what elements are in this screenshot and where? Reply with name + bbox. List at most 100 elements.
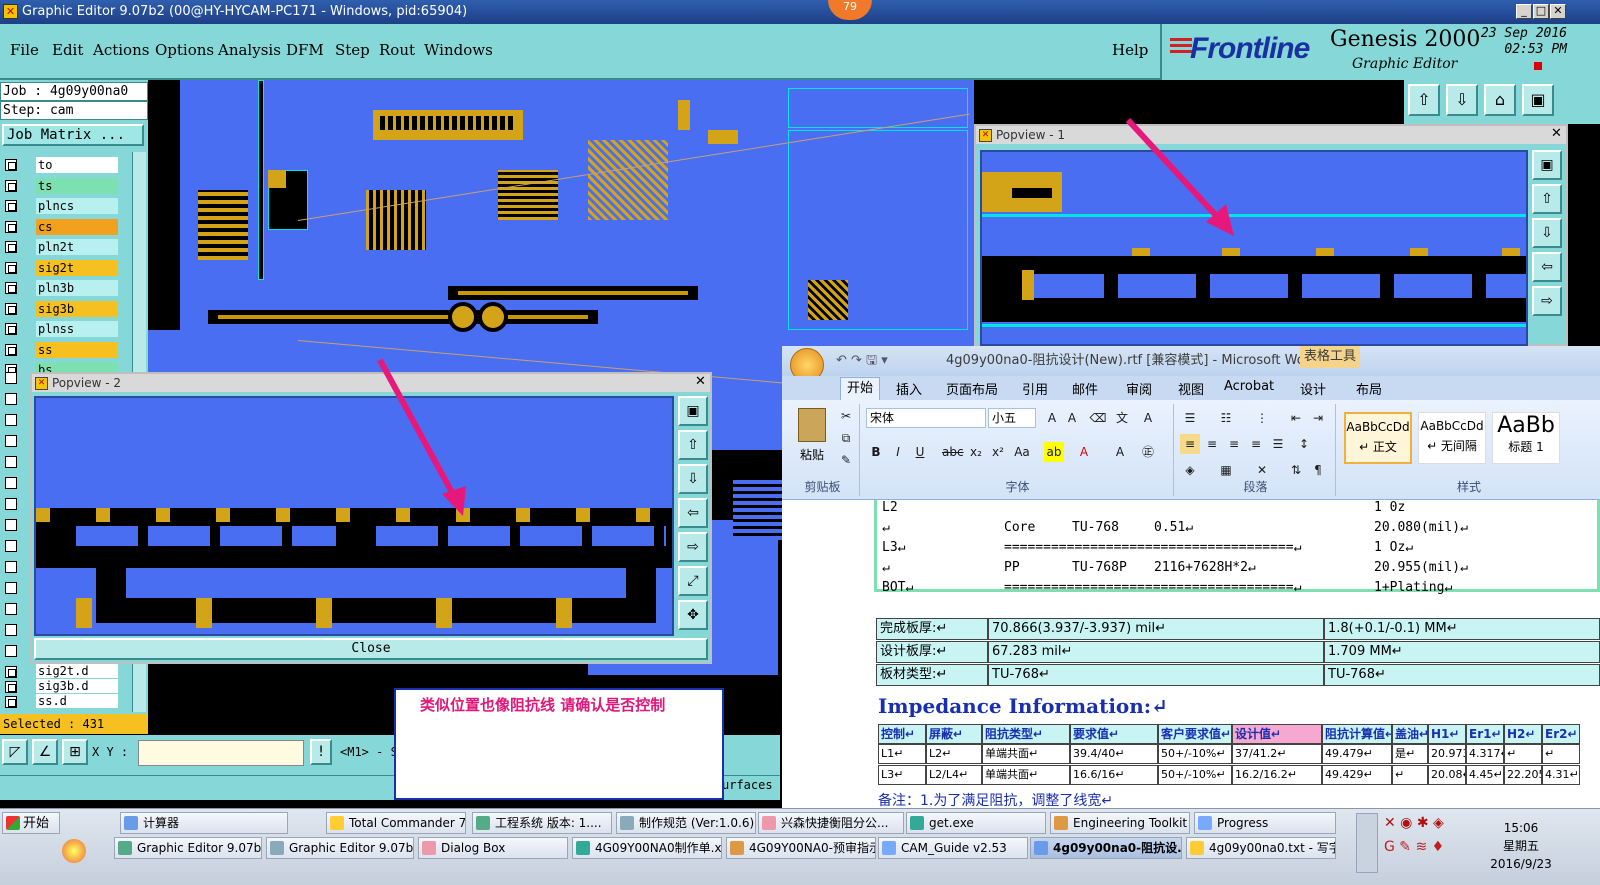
clear-format-icon[interactable]: ⌫ — [1088, 408, 1108, 428]
taskbar-item[interactable]: Graphic Editor 9.07b2 (... — [266, 837, 414, 859]
taskbar-item[interactable]: 计算器 — [120, 812, 288, 834]
document-body[interactable]: L2 1 0z ↵ Core TU-768 0.51↵ 20.080(mil)↵ L3↵ ===… — [782, 500, 1600, 814]
highlight-icon[interactable]: ab — [1044, 442, 1064, 462]
imp-cell: 50+/-10%↵ — [1158, 765, 1232, 785]
underline-icon[interactable]: U — [910, 442, 930, 462]
imp-header-cell: 盖油↵ — [1392, 724, 1428, 744]
ribbon-tab[interactable]: 开始 — [840, 377, 881, 400]
show-desktop-icon[interactable] — [1356, 813, 1378, 873]
taskbar-item[interactable]: CAM_Guide v2.53 — [878, 837, 1028, 859]
ribbon-tab[interactable]: Acrobat — [1224, 379, 1274, 394]
ribbon-tab[interactable]: 设计 — [1300, 379, 1326, 398]
taskbar-item[interactable]: Progress — [1194, 812, 1336, 834]
char-shading-icon[interactable]: A — [1110, 442, 1130, 462]
measure-icon[interactable]: ◸ — [2, 739, 28, 765]
font-size-select[interactable]: 小五 — [988, 408, 1036, 428]
start-button[interactable]: 开始 — [2, 812, 60, 834]
distributed-icon[interactable]: ☰ — [1268, 434, 1288, 454]
numbering-icon[interactable]: ☷ — [1216, 408, 1236, 428]
taskbar-item[interactable]: 4G09Y00NA0制作单.xl... — [572, 837, 722, 859]
style-name: ↵ 无间隔 — [1427, 439, 1477, 453]
align-center-icon[interactable]: ≡ — [1202, 434, 1222, 454]
shading-icon[interactable]: ◈ — [1180, 460, 1200, 480]
format-painter-icon[interactable]: ✎ — [836, 450, 856, 470]
xy-input[interactable] — [138, 740, 304, 766]
paste-label[interactable]: 粘贴 — [800, 446, 824, 463]
grow-font-icon[interactable]: A — [1042, 408, 1062, 428]
ribbon-tab[interactable]: 引用 — [1022, 379, 1048, 398]
style-sample: AaBb — [1497, 413, 1555, 438]
cut-icon[interactable]: ✂ — [836, 406, 856, 426]
imp-cell: 单端共面↵ — [982, 744, 1070, 764]
mouse-hint: <M1> - S — [340, 745, 398, 759]
superscript-icon[interactable]: x² — [988, 442, 1008, 462]
ribbon-tab[interactable]: 邮件 — [1072, 379, 1098, 398]
table-tools-tab[interactable]: 表格工具 — [1300, 346, 1361, 368]
taskbar-item[interactable]: Graphic Editor 9.07b2 (... — [114, 837, 262, 859]
multilevel-list-icon[interactable]: ⋮ — [1252, 408, 1272, 428]
remark: 备注：1.为了满足阻抗，调整了线宽↵ — [878, 793, 1114, 809]
italic-icon[interactable]: I — [888, 442, 908, 462]
stackup-cell: 1 Oz↵ — [1374, 540, 1414, 555]
app-icon — [330, 816, 344, 830]
angle-icon[interactable]: ∠ — [32, 739, 58, 765]
justify-icon[interactable]: ≡ — [1246, 434, 1266, 454]
taskbar-item[interactable]: Dialog Box — [418, 837, 568, 859]
quicklaunch-icon[interactable] — [62, 839, 86, 863]
style-no-spacing[interactable]: AaBbCcDd ↵ 无间隔 — [1418, 412, 1486, 464]
tray-icons[interactable]: G ✎ ≋ ♦ — [1384, 839, 1444, 855]
imp-cell: L2/L4↵ — [926, 765, 982, 785]
tray-icons[interactable]: ✕ ◉ ✱ ◈ — [1384, 815, 1444, 831]
ribbon-tab[interactable]: 插入 — [896, 379, 922, 398]
bullets-icon[interactable]: ☰ — [1180, 408, 1200, 428]
increase-indent-icon[interactable]: ⇥ — [1308, 408, 1328, 428]
align-right-icon[interactable]: ≡ — [1224, 434, 1244, 454]
strikethrough-icon[interactable]: abc — [942, 442, 964, 462]
imp-cell: L2↵ — [926, 744, 982, 764]
taskbar-item[interactable]: get.exe — [906, 812, 1046, 834]
ribbon-tab[interactable]: 视图 — [1178, 379, 1204, 398]
imp-cell: L3↵ — [878, 765, 926, 785]
bold-icon[interactable]: B — [866, 442, 886, 462]
quick-access-icons[interactable]: ↶ ↷ 🖫 ▾ — [836, 346, 888, 376]
chinese-layout-icon[interactable]: ✕ — [1252, 460, 1272, 480]
copy-icon[interactable]: ⧉ — [836, 428, 856, 448]
paste-icon[interactable] — [798, 408, 826, 442]
enclose-char-icon[interactable]: ㊣ — [1138, 442, 1158, 462]
style-heading-1[interactable]: AaBb 标题 1 — [1492, 412, 1560, 464]
font-color-icon[interactable]: A — [1074, 442, 1094, 462]
app-icon — [1190, 841, 1204, 855]
imp-cell: 单端共面↵ — [982, 765, 1070, 785]
style-normal[interactable]: AaBbCcDd ↵ 正文 — [1344, 412, 1412, 464]
clock[interactable]: 15:06 星期五 2016/9/23 — [1486, 819, 1556, 873]
annotation-note: 类似位置也像阻抗线 请确认是否控制 — [394, 688, 724, 800]
taskbar-item[interactable]: 兴森快捷衡阻分公... — [758, 812, 904, 834]
shrink-font-icon[interactable]: A — [1062, 408, 1082, 428]
change-case-icon[interactable]: Aa — [1012, 442, 1032, 462]
sort-icon[interactable]: ⇅ — [1286, 460, 1306, 480]
align-left-icon[interactable]: ≡ — [1180, 434, 1200, 454]
show-marks-icon[interactable]: ¶ — [1308, 460, 1328, 480]
taskbar-item[interactable]: Engineering Toolkit 9.... — [1050, 812, 1190, 834]
char-border-icon[interactable]: A — [1138, 408, 1158, 428]
taskbar-item[interactable]: 4g09y00na0.txt - 写字板 — [1186, 837, 1336, 859]
subscript-icon[interactable]: x₂ — [966, 442, 986, 462]
clock-date: 2016/9/23 — [1490, 857, 1552, 871]
ribbon-tab[interactable]: 页面布局 — [946, 379, 998, 398]
line-spacing-icon[interactable]: ↕ — [1294, 434, 1314, 454]
taskbar-item[interactable]: 制作规范 (Ver:1.0.6) — [616, 812, 756, 834]
ribbon-tab[interactable]: 审阅 — [1126, 379, 1152, 398]
borders-icon[interactable]: ▦ — [1216, 460, 1236, 480]
decrease-indent-icon[interactable]: ⇤ — [1286, 408, 1306, 428]
taskbar-item[interactable]: 工程系统 版本: 1.... — [472, 812, 612, 834]
taskbar-item[interactable]: 4G09Y00NA0-预审指示... — [726, 837, 876, 859]
info-icon[interactable]: ! — [310, 739, 332, 765]
ribbon-tab[interactable]: 布局 — [1356, 379, 1382, 398]
font-name-select[interactable]: 宋体 — [866, 408, 986, 428]
phonetic-icon[interactable]: 文 — [1112, 408, 1132, 428]
taskbar-item[interactable]: Total Commander 7.0 ... — [326, 812, 466, 834]
taskbar-item[interactable]: 4g09y00na0-阻抗设... — [1030, 837, 1182, 859]
grid-icon[interactable]: ⊞ — [62, 739, 88, 765]
thickness-cell: 板材类型:↵ — [876, 664, 988, 686]
app-icon — [620, 816, 634, 830]
